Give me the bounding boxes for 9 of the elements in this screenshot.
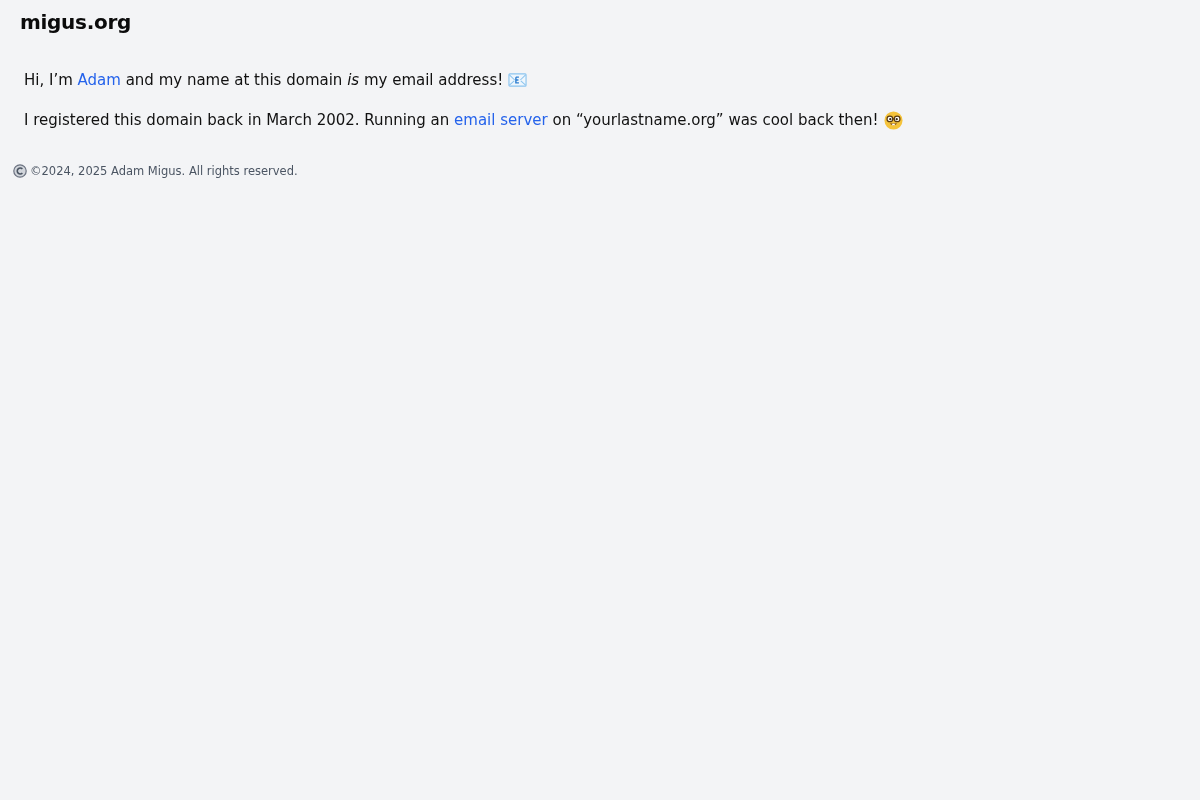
nerd-face-icon [883, 110, 903, 130]
name-link[interactable]: Adam [77, 68, 121, 92]
site-title[interactable]: migus.org [20, 8, 131, 36]
envelope-icon [508, 72, 528, 88]
email-server-link[interactable]: email server [454, 108, 548, 132]
copyright-icon [13, 164, 27, 178]
intro-paragraph: Hi, I’m Adam and my name at this domain is my email address! [24, 68, 528, 92]
copyright-notice: ©2024, 2025 Adam Migus. All rights reserved. [30, 163, 298, 179]
history-paragraph: I registered this domain back in March 2002. Running an email server on “yourlastname.org” was cool back then! [24, 108, 903, 132]
